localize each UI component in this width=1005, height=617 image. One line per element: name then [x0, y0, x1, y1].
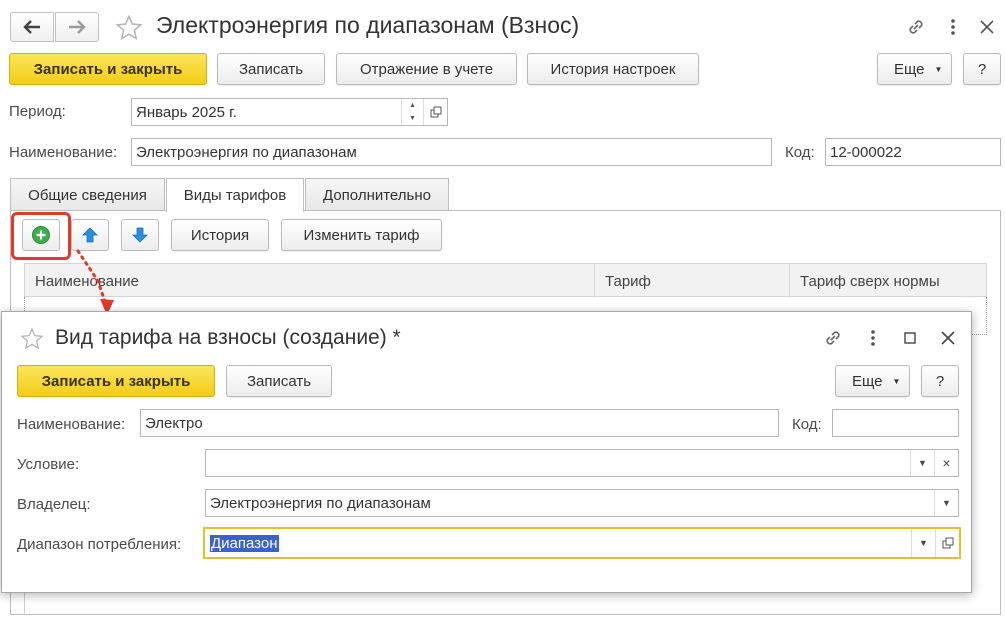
period-stepper[interactable]: ▲ ▼	[401, 99, 423, 125]
owner-value: Электроэнергия по диапазонам	[210, 494, 431, 512]
chevron-down-icon: ▼	[934, 64, 943, 74]
arrow-right-icon	[69, 20, 86, 34]
owner-label: Владелец:	[17, 496, 91, 513]
period-field[interactable]: Январь 2025 г. ▲ ▼	[131, 98, 448, 126]
favorite-star-icon[interactable]	[18, 325, 46, 353]
open-icon[interactable]	[935, 529, 959, 557]
back-button[interactable]	[10, 12, 54, 42]
more-button[interactable]: Еще ▼	[877, 53, 952, 85]
plus-circle-icon	[32, 226, 50, 244]
column-tariff[interactable]: Тариф	[595, 264, 790, 298]
owner-field[interactable]: Электроэнергия по диапазонам ▼	[205, 489, 959, 517]
range-field[interactable]: Диапазон ▼	[203, 527, 961, 559]
save-and-close-button[interactable]: Записать и закрыть	[9, 53, 207, 85]
name-label: Наименование:	[9, 144, 118, 161]
period-value: Январь 2025 г.	[136, 103, 237, 121]
code-field[interactable]: 12-000022	[825, 138, 1001, 166]
more-label: Еще	[852, 372, 883, 390]
clear-icon[interactable]: ×	[934, 450, 958, 476]
more-vertical-icon[interactable]	[863, 326, 883, 350]
page-title: Электроэнергия по диапазонам (Взнос)	[156, 12, 580, 38]
column-tariff-over-norm[interactable]: Тариф сверх нормы	[790, 264, 986, 298]
dialog-code-field[interactable]	[832, 409, 959, 437]
open-icon[interactable]	[423, 99, 447, 125]
range-value: Диапазон	[210, 534, 279, 552]
dropdown-icon[interactable]: ▼	[911, 529, 935, 557]
dialog-save-button[interactable]: Записать	[226, 365, 332, 397]
forward-button[interactable]	[55, 12, 99, 42]
dialog-name-field[interactable]: Электро	[140, 409, 779, 437]
dialog-title: Вид тарифа на взносы (создание) *	[55, 326, 401, 349]
arrow-down-icon	[132, 227, 148, 243]
link-icon[interactable]	[821, 326, 845, 350]
tab-general[interactable]: Общие сведения	[10, 178, 165, 211]
dropdown-icon[interactable]: ▼	[934, 490, 958, 516]
tab-tariff-types[interactable]: Виды тарифов	[166, 178, 304, 212]
dialog: Вид тарифа на взносы (создание) * Записа…	[1, 311, 972, 593]
help-button[interactable]: ?	[963, 53, 1001, 85]
condition-field[interactable]: ▼ ×	[205, 449, 959, 477]
close-icon[interactable]	[936, 326, 960, 350]
more-vertical-icon[interactable]	[943, 14, 963, 40]
name-field[interactable]: Электроэнергия по диапазонам	[131, 138, 772, 166]
arrow-left-icon	[23, 20, 40, 34]
close-icon[interactable]	[975, 14, 999, 40]
change-tariff-button[interactable]: Изменить тариф	[281, 219, 442, 251]
down-icon: ▼	[409, 115, 416, 122]
history-button[interactable]: История	[171, 219, 269, 251]
dropdown-icon[interactable]: ▼	[910, 450, 934, 476]
arrow-up-icon	[82, 227, 98, 243]
chevron-down-icon: ▼	[892, 376, 901, 386]
dialog-more-button[interactable]: Еще ▼	[835, 365, 910, 397]
code-label: Код:	[785, 144, 815, 161]
link-icon[interactable]	[903, 14, 929, 40]
condition-label: Условие:	[17, 456, 80, 473]
tab-additional[interactable]: Дополнительно	[305, 178, 449, 211]
add-button[interactable]	[22, 219, 60, 251]
table-header: Наименование Тариф Тариф сверх нормы	[24, 263, 987, 298]
maximize-icon[interactable]	[898, 326, 922, 350]
history-settings-button[interactable]: История настроек	[527, 53, 699, 85]
posting-button[interactable]: Отражение в учете	[336, 53, 517, 85]
up-icon: ▲	[409, 102, 416, 109]
save-button[interactable]: Записать	[217, 53, 325, 85]
more-label: Еще	[894, 60, 925, 78]
favorite-star-icon[interactable]	[113, 12, 145, 44]
dialog-code-label: Код:	[792, 416, 822, 433]
dialog-name-label: Наименование:	[17, 416, 126, 433]
range-label: Диапазон потребления:	[17, 536, 182, 553]
dialog-help-button[interactable]: ?	[921, 365, 959, 397]
period-label: Период:	[9, 103, 66, 120]
dialog-save-and-close-button[interactable]: Записать и закрыть	[17, 365, 215, 397]
